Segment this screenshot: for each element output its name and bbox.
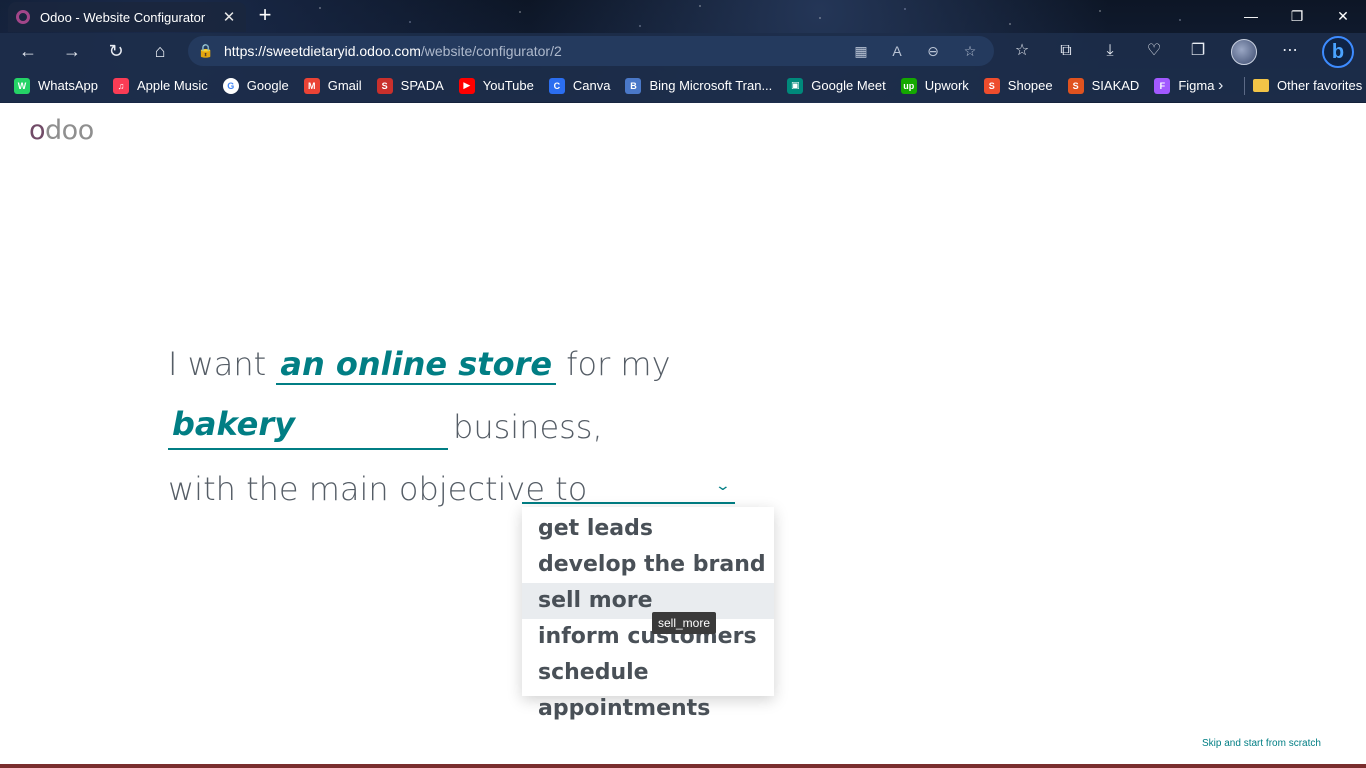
browser-toolbar: ← → ↻ ⌂ 🔒 https://sweetdietaryid.odoo.co… bbox=[0, 33, 1366, 69]
bookmark-favicon-icon: G bbox=[222, 77, 239, 94]
reload-button[interactable]: ↻ bbox=[103, 38, 129, 64]
forward-button[interactable]: → bbox=[59, 38, 85, 64]
website-type-field[interactable]: an online store bbox=[276, 345, 557, 385]
bookmark-item[interactable]: ▶ YouTube bbox=[458, 77, 534, 94]
objective-option[interactable]: inform customers bbox=[522, 619, 774, 655]
zoom-icon[interactable]: ⊖ bbox=[922, 40, 944, 62]
app-available-icon[interactable]: ▦ bbox=[850, 40, 872, 62]
bookmark-label: Bing Microsoft Tran... bbox=[649, 78, 773, 93]
downloads-icon[interactable]: ⤓ bbox=[1096, 37, 1124, 65]
odoo-favicon-icon bbox=[16, 10, 30, 24]
favorites-icon[interactable]: ☆ bbox=[1008, 37, 1036, 65]
objective-dropdown: get leads develop the brand sell more infor… bbox=[522, 507, 774, 721]
configurator-page: odoo I want an online store for my baker… bbox=[0, 103, 1366, 768]
objective-select[interactable]: ⌄ bbox=[522, 469, 735, 504]
add-favorite-icon[interactable]: ☆ bbox=[959, 40, 981, 62]
profile-avatar[interactable] bbox=[1231, 39, 1257, 65]
bookmarks-divider bbox=[1244, 77, 1245, 95]
sentence-line-1: I want an online store for my bbox=[168, 345, 671, 385]
bookmark-favicon-icon: F bbox=[1154, 77, 1171, 94]
bookmark-label: SPADA bbox=[400, 78, 444, 93]
address-bar[interactable]: 🔒 https://sweetdietaryid.odoo.com/websit… bbox=[188, 36, 994, 66]
new-tab-button[interactable]: + bbox=[254, 4, 276, 28]
lock-icon[interactable]: 🔒 bbox=[188, 43, 224, 59]
bookmarks-bar: W WhatsApp ♫ Apple Music G Google M Gmail S SPADA… bbox=[0, 69, 1366, 102]
odoo-logo: odoo bbox=[29, 115, 94, 146]
bookmarks-overflow-icon[interactable]: › bbox=[1218, 69, 1223, 102]
bookmark-favicon-icon: B bbox=[625, 77, 642, 94]
bookmark-item[interactable]: W WhatsApp bbox=[14, 77, 98, 94]
folder-icon bbox=[1253, 79, 1269, 92]
collections-icon[interactable]: ⧉ bbox=[1052, 37, 1080, 65]
bookmark-favicon-icon: ▣ bbox=[787, 77, 804, 94]
minimize-button[interactable]: — bbox=[1240, 5, 1262, 27]
close-tab-icon[interactable]: ✕ bbox=[220, 8, 238, 26]
browser-chrome: Odoo - Website Configurator ✕ + — ❐ ✕ ← … bbox=[0, 0, 1366, 103]
bookmark-label: Upwork bbox=[924, 78, 969, 93]
sentence-part-2: for my bbox=[566, 345, 671, 383]
bookmark-favicon-icon: M bbox=[303, 77, 320, 94]
taskbar-edge bbox=[0, 764, 1366, 768]
bookmark-favicon-icon: C bbox=[548, 77, 565, 94]
home-button[interactable]: ⌂ bbox=[147, 38, 173, 64]
url-host: https://sweetdietaryid.odoo.com bbox=[224, 43, 421, 59]
bookmark-item[interactable]: ♫ Apple Music bbox=[112, 77, 208, 94]
read-aloud-icon[interactable]: A bbox=[886, 40, 908, 62]
tab-actions-icon[interactable]: ❐ bbox=[1184, 37, 1212, 65]
bookmark-label: Canva bbox=[572, 78, 611, 93]
bookmark-item[interactable]: B Bing Microsoft Tran... bbox=[625, 77, 773, 94]
bookmark-item[interactable]: ▣ Google Meet bbox=[787, 77, 886, 94]
objective-option[interactable]: get leads bbox=[522, 511, 774, 547]
bookmark-favicon-icon: ♫ bbox=[112, 77, 129, 94]
browser-tab[interactable]: Odoo - Website Configurator ✕ bbox=[8, 2, 246, 32]
bookmark-favicon-icon: ▶ bbox=[458, 77, 475, 94]
bookmark-label: YouTube bbox=[482, 78, 534, 93]
bookmark-label: Apple Music bbox=[136, 78, 208, 93]
other-favorites-folder[interactable]: Other favorites bbox=[1253, 69, 1362, 102]
bookmark-label: Google Meet bbox=[811, 78, 886, 93]
bookmark-item[interactable]: C Canva bbox=[548, 77, 611, 94]
option-tooltip: sell_more bbox=[652, 612, 717, 634]
sentence-part-1: I want bbox=[168, 345, 267, 383]
bookmark-favicon-icon: S bbox=[1067, 77, 1084, 94]
bookmark-favicon-icon: W bbox=[14, 77, 30, 94]
bookmark-item[interactable]: S SPADA bbox=[376, 77, 444, 94]
bookmark-favicon-icon: S bbox=[983, 77, 1000, 94]
bookmark-item[interactable]: F Figma bbox=[1154, 77, 1215, 94]
sentence-part-3: business, bbox=[453, 408, 603, 446]
objective-option[interactable]: develop the brand bbox=[522, 547, 774, 583]
bing-copilot-icon[interactable]: b bbox=[1322, 36, 1354, 68]
close-window-button[interactable]: ✕ bbox=[1332, 5, 1354, 27]
industry-input[interactable]: bakery bbox=[168, 405, 448, 450]
bookmark-item[interactable]: up Upwork bbox=[900, 77, 969, 94]
bookmark-label: Gmail bbox=[327, 78, 362, 93]
objective-option[interactable]: schedule appointments bbox=[522, 655, 774, 721]
other-favorites-label: Other favorites bbox=[1277, 78, 1363, 93]
bookmark-label: WhatsApp bbox=[38, 78, 98, 93]
bookmark-favicon-icon: S bbox=[376, 77, 393, 94]
bookmark-item[interactable]: S SIAKAD bbox=[1067, 77, 1140, 94]
bookmark-item[interactable]: G Google bbox=[222, 77, 289, 94]
bookmark-favicon-icon: up bbox=[900, 77, 917, 94]
chevron-down-icon: ⌄ bbox=[714, 477, 732, 493]
restore-button[interactable]: ❐ bbox=[1286, 5, 1308, 27]
browser-essentials-icon[interactable]: ♡ bbox=[1140, 37, 1168, 65]
bookmark-item[interactable]: M Gmail bbox=[303, 77, 362, 94]
bookmark-item[interactable]: S Shopee bbox=[983, 77, 1053, 94]
skip-link[interactable]: Skip and start from scratch bbox=[1202, 738, 1321, 749]
back-button[interactable]: ← bbox=[15, 38, 41, 64]
tab-title: Odoo - Website Configurator bbox=[40, 9, 206, 25]
bookmark-label: Figma bbox=[1178, 78, 1215, 93]
bookmark-label: Google bbox=[246, 78, 289, 93]
more-menu-icon[interactable]: ⋯ bbox=[1276, 37, 1304, 65]
url-path: /website/configurator/2 bbox=[420, 43, 562, 59]
bookmark-label: SIAKAD bbox=[1091, 78, 1140, 93]
bookmark-label: Shopee bbox=[1007, 78, 1053, 93]
objective-option[interactable]: sell more bbox=[522, 583, 774, 619]
